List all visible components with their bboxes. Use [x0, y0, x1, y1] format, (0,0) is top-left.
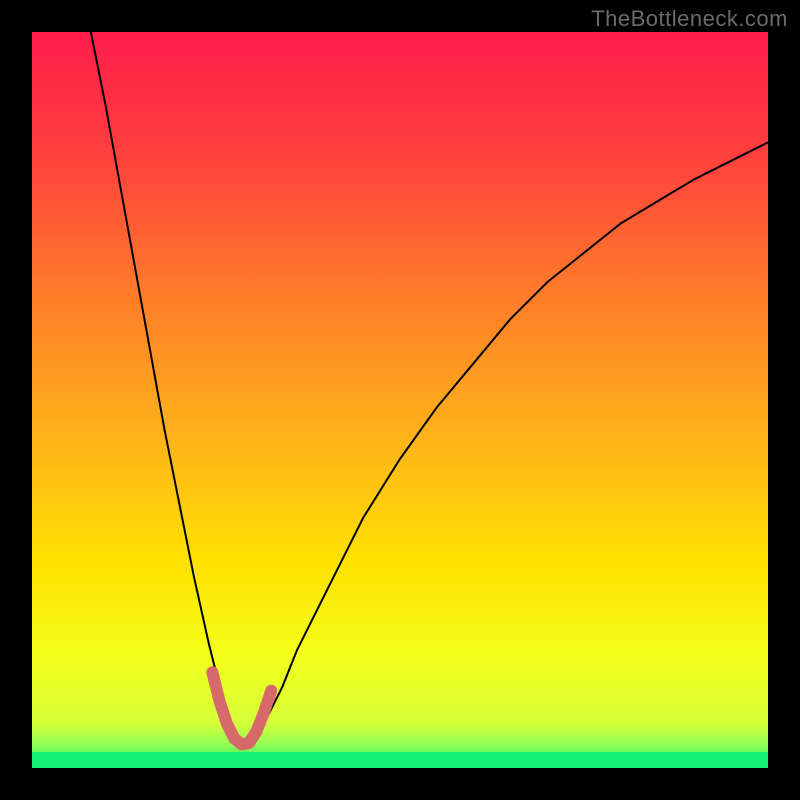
- gradient-bg: [32, 32, 768, 768]
- chart-plot: [0, 0, 800, 800]
- watermark-text: TheBottleneck.com: [591, 6, 788, 32]
- green-baseline: [32, 752, 768, 768]
- chart-stage: TheBottleneck.com: [0, 0, 800, 800]
